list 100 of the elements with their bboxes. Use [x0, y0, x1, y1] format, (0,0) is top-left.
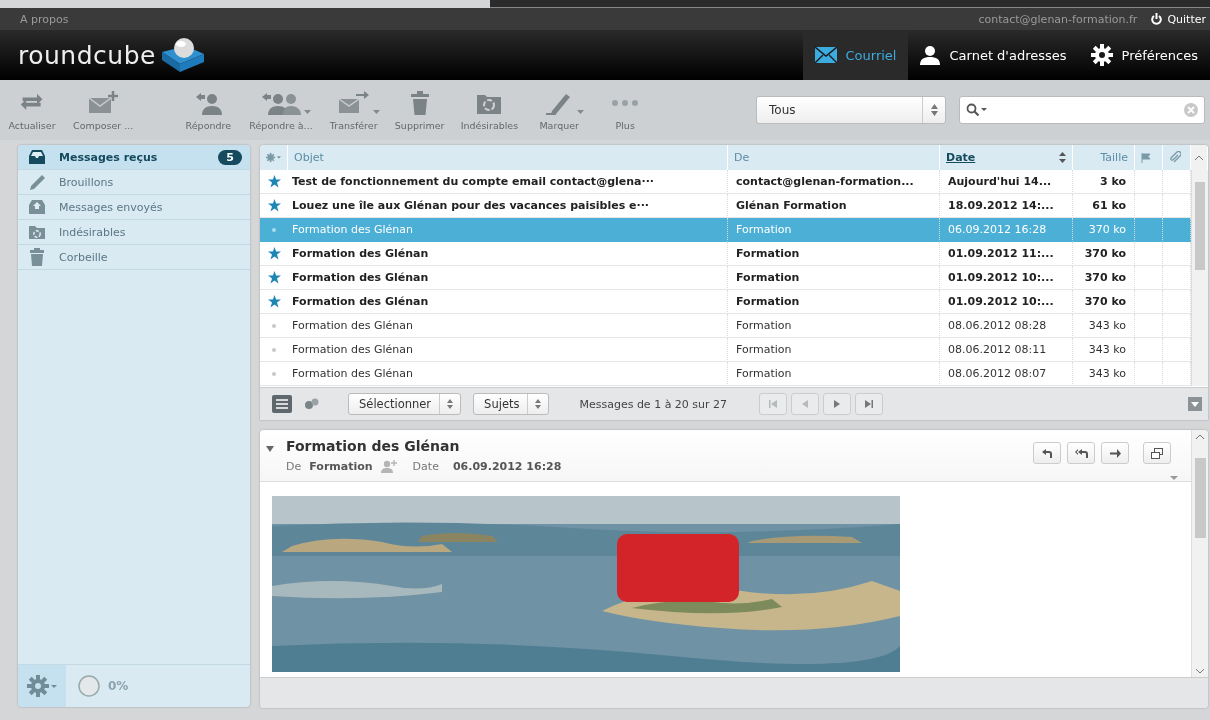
message-subject[interactable]: Test de fonctionnement du compte email contact@glena··· [288, 170, 728, 194]
envelope-icon [814, 47, 837, 63]
toolbar-button[interactable]: Plus [597, 89, 654, 131]
message-date: 06.09.2012 16:28 [452, 460, 562, 473]
flag-cell[interactable] [1135, 170, 1163, 194]
toolbar-button[interactable]: Supprimer [391, 89, 448, 131]
star-icon[interactable] [267, 247, 281, 260]
column-header[interactable]: Date [940, 145, 1073, 170]
collapse-icon[interactable] [266, 446, 274, 452]
gear-icon [27, 675, 57, 697]
new-window-icon [1151, 447, 1163, 459]
dot-icon[interactable] [272, 371, 276, 376]
message-subject[interactable]: Formation des Glénan [288, 290, 728, 314]
threads-icon[interactable] [304, 398, 320, 410]
forward-button[interactable] [1101, 442, 1129, 464]
reply-button[interactable] [1033, 442, 1061, 464]
scrollbar[interactable] [1191, 170, 1208, 386]
folder-item[interactable]: Brouillons [18, 170, 250, 195]
reply-all-button[interactable] [1067, 442, 1095, 464]
last-page-button[interactable] [855, 393, 884, 415]
scrollbar[interactable] [1191, 430, 1208, 678]
quota-text: 0% [108, 679, 129, 693]
message-date: 08.06.2012 08:11 [940, 338, 1073, 362]
toolbar-button[interactable]: Indésirables [457, 89, 522, 131]
toolbar-button[interactable]: Transférer [325, 89, 382, 131]
select-dropdown[interactable]: Sélectionner [348, 393, 462, 415]
caret-icon[interactable] [304, 109, 311, 114]
toggle-preview-icon[interactable] [1188, 397, 1202, 411]
message-size: 343 ko [1073, 338, 1135, 362]
last-page-icon [865, 400, 874, 408]
column-header[interactable]: Objet [288, 145, 728, 170]
right-arrow-icon [1109, 448, 1121, 458]
about-link[interactable]: A propos [20, 12, 69, 26]
toolbar-button[interactable]: Répondre [180, 89, 237, 131]
message-subject[interactable]: Formation des Glénan [288, 362, 728, 386]
toolbar-button[interactable]: Composer ... [70, 89, 137, 131]
trash-icon [29, 248, 45, 266]
folder-item[interactable]: Messages reçus 5 [18, 145, 250, 170]
flag-cell[interactable] [1135, 338, 1163, 362]
first-page-button[interactable] [759, 393, 788, 415]
add-contact-icon[interactable] [380, 460, 397, 473]
list-view-icon[interactable] [272, 395, 292, 413]
sender-name[interactable]: Formation [309, 460, 373, 473]
open-window-button[interactable] [1143, 442, 1171, 464]
toolbar-button[interactable]: Répondre à... [246, 89, 316, 131]
star-icon[interactable] [267, 295, 281, 308]
gear-icon [266, 152, 281, 163]
folder-item[interactable]: Corbeille [18, 245, 250, 270]
scrollbar-thumb[interactable] [1195, 182, 1205, 270]
scrollbar-thumb[interactable] [1194, 458, 1206, 538]
nav-tab[interactable]: Préférences [1078, 30, 1210, 80]
message-size: 3 ko [1073, 170, 1135, 194]
folder-item[interactable]: Indésirables [18, 220, 250, 245]
message-subject[interactable]: Formation des Glénan [288, 266, 728, 290]
threads-dropdown[interactable]: Sujets [473, 393, 550, 415]
caret-icon[interactable] [577, 109, 585, 114]
message-date: 08.06.2012 08:28 [940, 314, 1073, 338]
clear-icon[interactable] [1184, 103, 1198, 117]
folder-item[interactable]: Messages envoyés [18, 195, 250, 220]
message-date: 01.09.2012 10:... [940, 266, 1073, 290]
message-subject[interactable]: Formation des Glénan [288, 242, 728, 266]
dot-icon[interactable] [272, 227, 276, 232]
list-options-button[interactable] [260, 145, 288, 170]
logout-link[interactable]: Quitter [1151, 12, 1206, 26]
toolbar-button[interactable]: Actualiser [4, 89, 60, 131]
updown-icon [930, 104, 938, 116]
message-subject[interactable]: Formation des Glénan [288, 338, 728, 362]
next-page-button[interactable] [823, 393, 852, 415]
scroll-down-icon[interactable] [1196, 669, 1204, 674]
outbox-icon [28, 199, 46, 215]
filter-dropdown[interactable]: Tous [756, 96, 946, 124]
updown-icon [447, 399, 454, 409]
column-header[interactable]: De [728, 145, 940, 170]
updown-icon [535, 399, 542, 409]
quota-icon [78, 675, 100, 697]
nav-tab[interactable]: Carnet d'adresses [908, 30, 1079, 80]
toolbar-button[interactable]: Marquer [531, 89, 588, 131]
flag-cell[interactable] [1135, 314, 1163, 338]
flag-cell[interactable] [1135, 362, 1163, 386]
star-icon[interactable] [267, 271, 281, 284]
caret-icon[interactable] [372, 109, 380, 114]
flag-cell[interactable] [1135, 218, 1163, 242]
dot-icon[interactable] [272, 323, 276, 328]
column-header[interactable]: Taille [1073, 145, 1135, 170]
scroll-up-icon[interactable] [1195, 155, 1203, 160]
search-field[interactable] [959, 96, 1205, 124]
star-icon[interactable] [267, 199, 281, 212]
flag-cell[interactable] [1135, 290, 1163, 314]
expand-headers-icon[interactable] [1170, 476, 1178, 480]
next-icon [834, 400, 841, 408]
scroll-up-icon[interactable] [1196, 434, 1204, 439]
dot-icon[interactable] [272, 347, 276, 352]
search-icon [966, 103, 988, 117]
flag-cell[interactable] [1135, 242, 1163, 266]
star-icon[interactable] [267, 175, 281, 188]
previous-page-button[interactable] [791, 393, 820, 415]
folder-options-button[interactable] [18, 665, 66, 707]
message-subject[interactable]: Formation des Glénan [288, 314, 728, 338]
flag-cell[interactable] [1135, 266, 1163, 290]
first-page-icon [769, 400, 778, 408]
